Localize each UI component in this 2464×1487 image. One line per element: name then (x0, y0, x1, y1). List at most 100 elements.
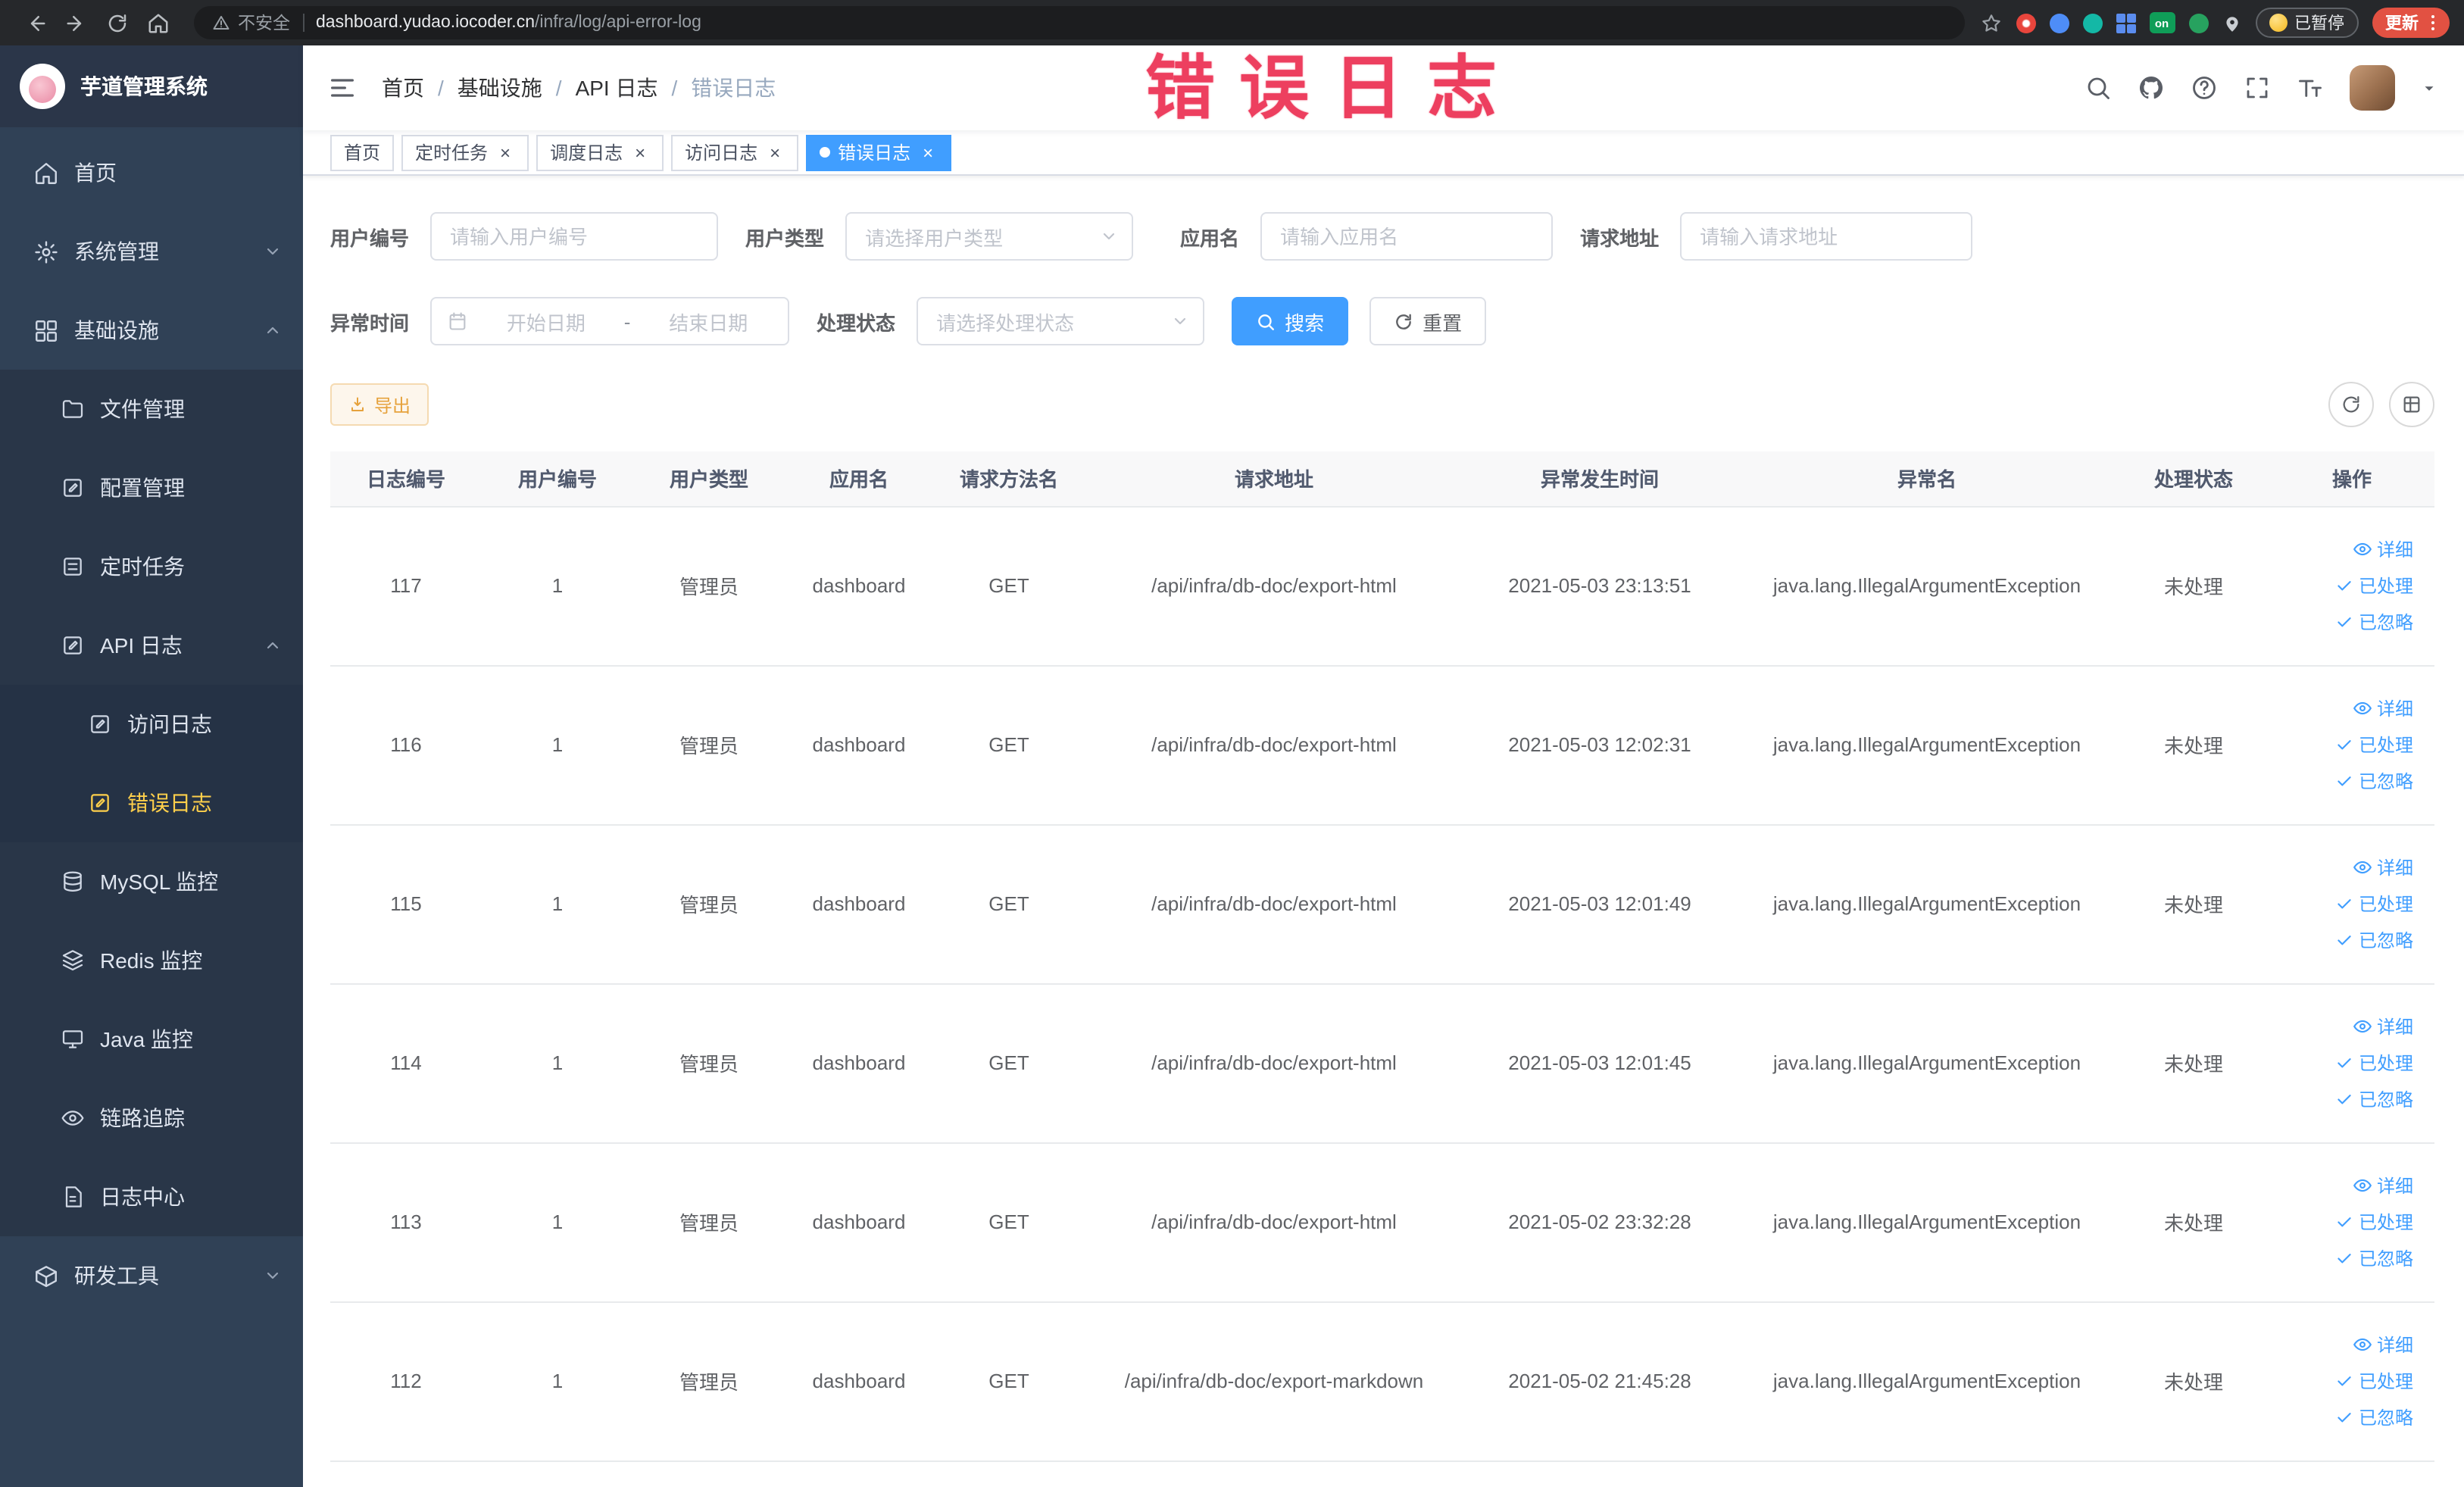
start-date-placeholder: 开始日期 (506, 311, 586, 334)
detail-link[interactable]: 详细 (2353, 854, 2413, 880)
action-label: 已忽略 (2358, 1089, 2413, 1111)
extension-icon-red[interactable] (2016, 13, 2035, 33)
sidebar-item-api-log[interactable]: API 日志 (0, 606, 303, 685)
cell-actions: 详细 已处理 已忽略 (2269, 824, 2434, 984)
bookmark-star-icon[interactable] (1979, 11, 2002, 34)
cell-method: GET (933, 506, 1085, 666)
mark-ignored-link[interactable]: 已忽略 (2334, 1086, 2413, 1112)
address-bar[interactable]: 不安全 dashboard.yudao.iocoder.cn /infra/lo… (194, 6, 1964, 39)
cell-actions: 详细 已处理 已忽略 (2269, 665, 2434, 825)
sidebar-toggle-icon[interactable] (327, 73, 358, 103)
extension-icon-leaf[interactable] (2188, 13, 2208, 33)
mark-ignored-link[interactable]: 已忽略 (2334, 1245, 2413, 1271)
detail-link[interactable]: 详细 (2353, 1332, 2413, 1357)
sidebar-item-label: 日志中心 (100, 1185, 185, 1209)
mark-ignored-link[interactable]: 已忽略 (2334, 609, 2413, 635)
action-label: 详细 (2376, 858, 2413, 879)
tab-label: 首页 (344, 142, 381, 164)
fullscreen-icon[interactable] (2244, 74, 2271, 102)
tab-home[interactable]: 首页 (330, 134, 395, 170)
app-name-input[interactable] (1260, 212, 1554, 261)
paused-badge[interactable]: 已暂停 (2255, 8, 2358, 38)
warning-icon (213, 16, 230, 30)
kebab-menu-icon[interactable] (2431, 20, 2434, 25)
reset-button[interactable]: 重置 (1369, 297, 1487, 345)
sidebar-item-mysql-monitor[interactable]: MySQL 监控 (0, 842, 303, 921)
user-id-label: 用户编号 (330, 226, 410, 249)
sidebar-item-system-management[interactable]: 系统管理 (0, 212, 303, 291)
cell-exception-name: java.lang.IllegalArgumentException (1736, 506, 2118, 666)
breadcrumb-api-log[interactable]: API 日志 (576, 73, 658, 103)
sidebar-item-error-log[interactable]: 错误日志 (0, 764, 303, 842)
request-url-input[interactable] (1680, 212, 1973, 261)
sidebar-item-scheduled-tasks[interactable]: 定时任务 (0, 527, 303, 606)
tab-error-log[interactable]: 错误日志 × (806, 134, 952, 170)
forward-icon[interactable] (65, 11, 88, 34)
search-button[interactable]: 搜索 (1232, 297, 1349, 345)
home-icon (36, 162, 57, 183)
sidebar-item-java-monitor[interactable]: Java 监控 (0, 1000, 303, 1079)
cell-method: GET (933, 983, 1085, 1143)
sidebar-item-label: Java 监控 (100, 1027, 193, 1051)
mark-processed-link[interactable]: 已处理 (2334, 1050, 2413, 1076)
update-button[interactable]: 更新 (2372, 8, 2450, 38)
cell-request-url: /api/infra/db-doc/export-markdown (1085, 1301, 1463, 1461)
sidebar-item-infrastructure[interactable]: 基础设施 (0, 291, 303, 370)
mark-ignored-link[interactable]: 已忽略 (2334, 768, 2413, 794)
mark-processed-link[interactable]: 已处理 (2334, 732, 2413, 758)
mark-processed-link[interactable]: 已处理 (2334, 891, 2413, 917)
tab-scheduled-tasks[interactable]: 定时任务 × (401, 134, 529, 170)
sidebar-item-trace[interactable]: 链路追踪 (0, 1079, 303, 1157)
mark-processed-link[interactable]: 已处理 (2334, 1209, 2413, 1235)
sidebar-item-dev-tools[interactable]: 研发工具 (0, 1236, 303, 1315)
detail-link[interactable]: 详细 (2353, 536, 2413, 562)
breadcrumb-separator: / (671, 76, 678, 100)
date-range-picker[interactable]: 开始日期 - 结束日期 (430, 297, 790, 345)
process-status-select[interactable]: 请选择处理状态 (917, 297, 1205, 345)
mark-ignored-link[interactable]: 已忽略 (2334, 927, 2413, 953)
extension-on-badge[interactable]: on (2149, 12, 2175, 33)
mark-processed-link[interactable]: 已处理 (2334, 1368, 2413, 1394)
sidebar-item-log-center[interactable]: 日志中心 (0, 1157, 303, 1236)
eye-icon (61, 1111, 84, 1126)
mark-processed-link[interactable]: 已处理 (2334, 573, 2413, 598)
home-nav-icon[interactable] (147, 11, 170, 34)
detail-link[interactable]: 详细 (2353, 1014, 2413, 1039)
sidebar-item-home[interactable]: 首页 (0, 133, 303, 212)
close-icon[interactable]: × (765, 142, 785, 162)
sidebar-item-file-management[interactable]: 文件管理 (0, 370, 303, 448)
search-icon[interactable] (2085, 74, 2112, 102)
extension-icon-grid[interactable] (2116, 13, 2135, 33)
reload-icon[interactable] (106, 11, 129, 34)
caret-down-icon[interactable] (2421, 80, 2437, 96)
breadcrumb-infrastructure[interactable]: 基础设施 (458, 73, 542, 103)
avatar[interactable] (2350, 65, 2395, 111)
font-size-icon[interactable] (2297, 74, 2324, 102)
help-icon[interactable] (2191, 74, 2218, 102)
close-icon[interactable]: × (630, 142, 650, 162)
pin-icon[interactable] (2222, 13, 2241, 33)
mark-ignored-link[interactable]: 已忽略 (2334, 1404, 2413, 1430)
back-icon[interactable] (24, 11, 47, 34)
github-icon[interactable] (2138, 74, 2165, 102)
extension-icon-blue[interactable] (2049, 13, 2069, 33)
sidebar-item-access-log[interactable]: 访问日志 (0, 685, 303, 764)
column-header-exception-time: 异常发生时间 (1463, 451, 1736, 507)
extension-icon-teal[interactable] (2082, 13, 2102, 33)
user-type-select[interactable]: 请选择用户类型 (845, 212, 1134, 261)
refresh-table-button[interactable] (2328, 382, 2374, 427)
breadcrumb-home[interactable]: 首页 (382, 73, 424, 103)
tab-dispatch-log[interactable]: 调度日志 × (536, 134, 664, 170)
user-id-input[interactable] (430, 212, 719, 261)
detail-link[interactable]: 详细 (2353, 1173, 2413, 1198)
app-logo[interactable]: 芋道管理系统 (0, 45, 303, 127)
export-button[interactable]: 导出 (330, 383, 429, 426)
sidebar-item-label: Redis 监控 (100, 948, 203, 973)
close-icon[interactable]: × (495, 142, 515, 162)
sidebar-item-config-management[interactable]: 配置管理 (0, 448, 303, 527)
close-icon[interactable]: × (918, 142, 938, 162)
detail-link[interactable]: 详细 (2353, 695, 2413, 721)
sidebar-item-redis-monitor[interactable]: Redis 监控 (0, 921, 303, 1000)
tab-access-log[interactable]: 访问日志 × (671, 134, 799, 170)
column-settings-button[interactable] (2389, 382, 2434, 427)
